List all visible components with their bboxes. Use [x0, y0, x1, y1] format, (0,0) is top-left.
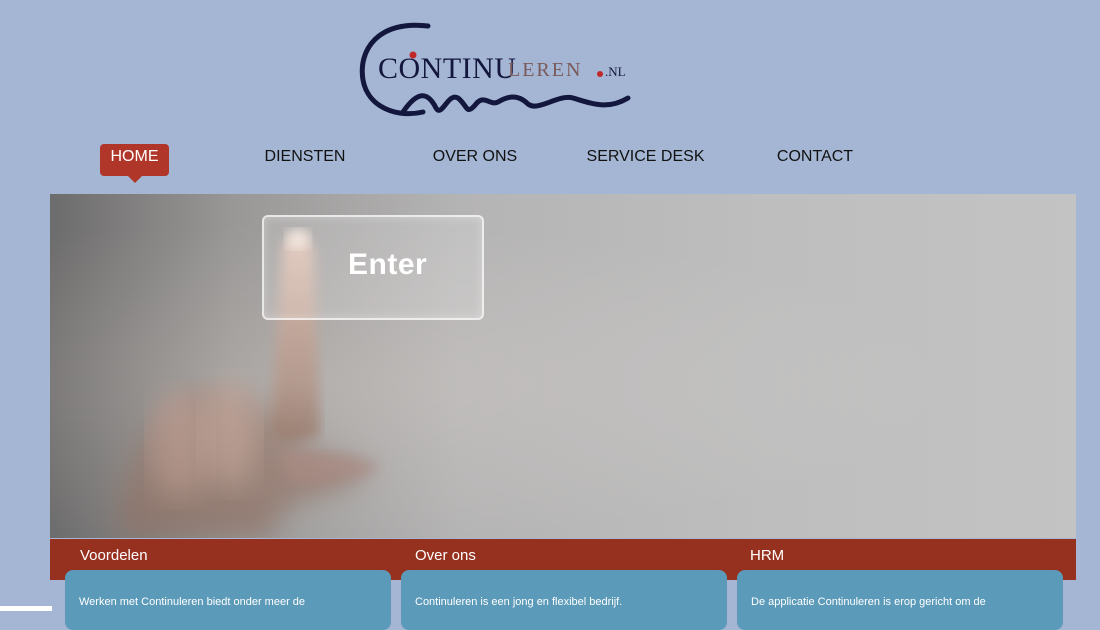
section-title-hrm: HRM [750, 547, 785, 564]
enter-key-label: Enter [348, 248, 428, 281]
nav-service-desk[interactable]: SERVICE DESK [578, 144, 713, 176]
main-navigation: HOME DIENSTEN OVER ONS SERVICE DESK CONT… [0, 144, 1100, 184]
section-title-over-ons: Over ons [415, 547, 476, 564]
logo-tld: .NL [605, 64, 626, 79]
enter-key-graphic: Enter [262, 215, 484, 320]
corner-tab [0, 606, 52, 611]
nav-over-ons[interactable]: OVER ONS [420, 144, 530, 176]
hero-overlay [50, 194, 1076, 538]
logo-wordmark: CONTINU [378, 52, 517, 85]
hero-banner: Enter [50, 194, 1076, 538]
nav-diensten[interactable]: DIENSTEN [250, 144, 360, 176]
panel-over-ons: Continuleren is een jong en flexibel bed… [401, 570, 727, 630]
panel-text-hrm: De applicatie Continuleren is erop geric… [751, 596, 986, 608]
logo-subword: LEREN [508, 59, 583, 81]
site-logo[interactable]: CONTINU LEREN .NL [358, 20, 633, 120]
panel-text-voordelen: Werken met Continuleren biedt onder meer… [79, 596, 306, 608]
panel-voordelen: Werken met Continuleren biedt onder meer… [65, 570, 391, 630]
panel-text-over-ons: Continuleren is een jong en flexibel bed… [415, 596, 623, 608]
nav-contact[interactable]: CONTACT [760, 144, 870, 176]
nav-home[interactable]: HOME [100, 144, 169, 183]
panel-hrm: De applicatie Continuleren is erop geric… [737, 570, 1063, 630]
section-title-voordelen: Voordelen [80, 547, 148, 564]
